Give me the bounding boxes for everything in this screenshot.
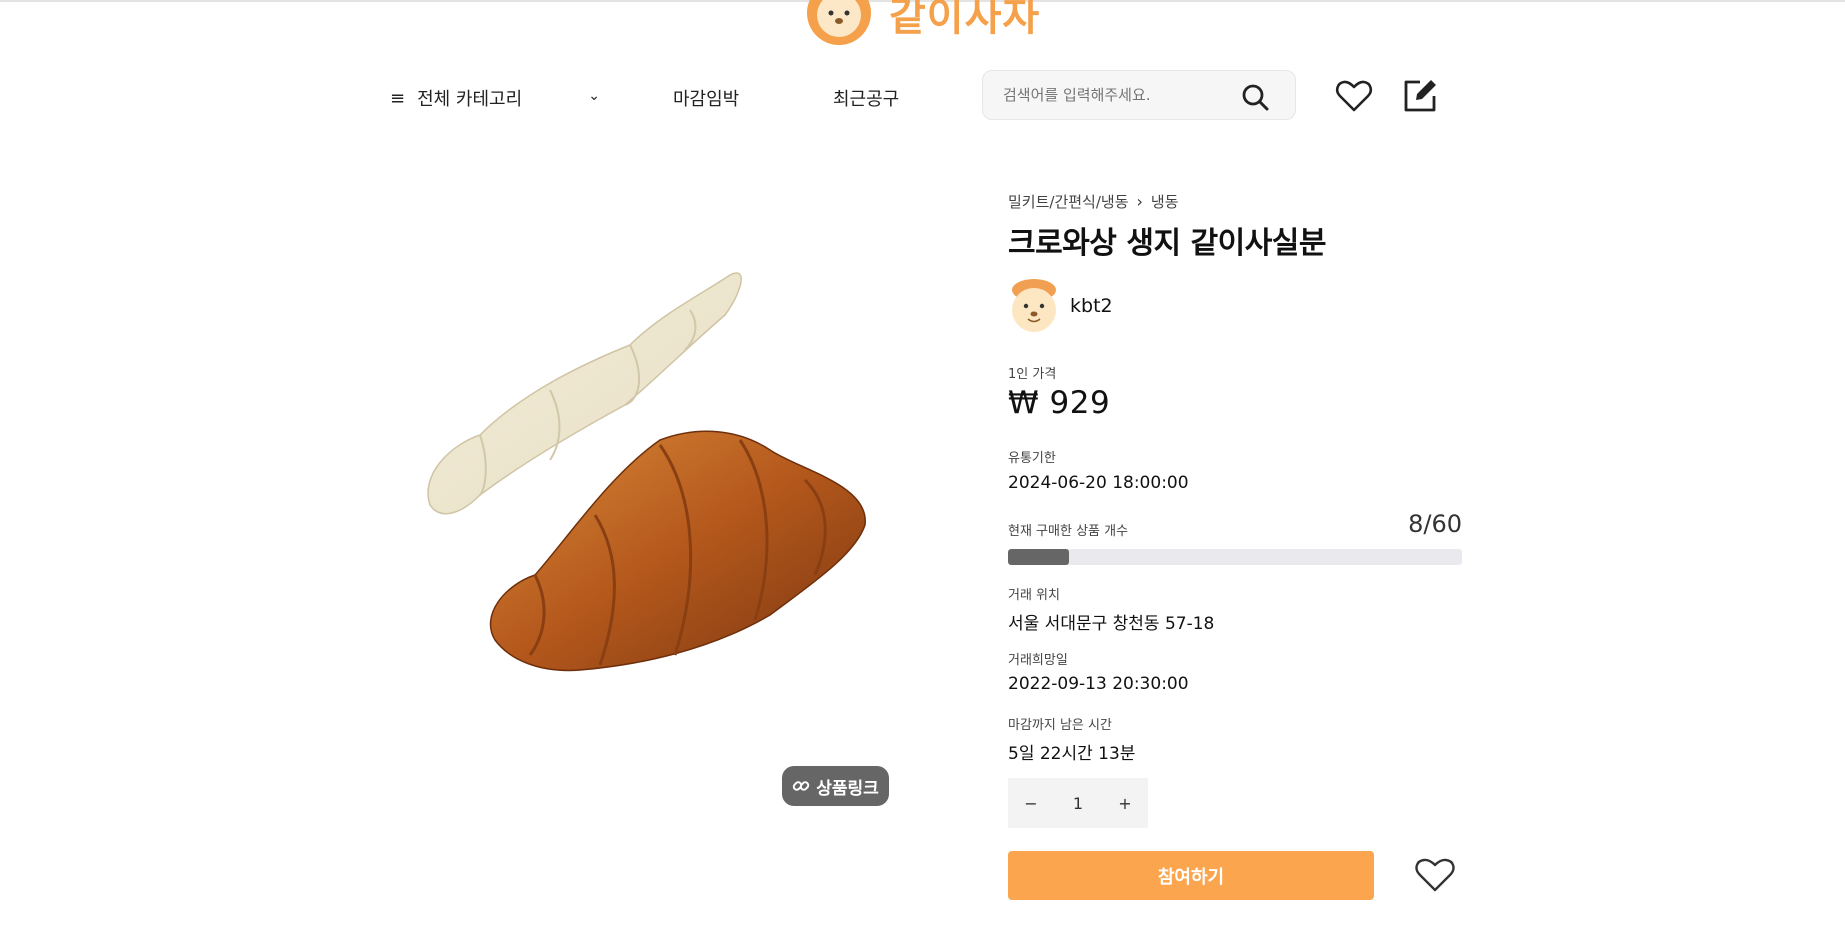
product-link-label: 상품링크 <box>816 778 879 799</box>
chevron-down-icon: ⌄ <box>588 88 600 104</box>
wishlist-heart-icon[interactable] <box>1412 852 1458 898</box>
heart-icon[interactable] <box>1334 76 1374 116</box>
location-label: 거래 위치 <box>1008 588 1060 603</box>
price-label: 1인 가격 <box>1008 367 1057 382</box>
price-value: ₩ 929 <box>1008 385 1111 421</box>
remaining-time-label: 마감까지 남은 시간 <box>1008 718 1112 733</box>
breadcrumb-subcategory[interactable]: 냉동 <box>1151 191 1179 212</box>
product-link-button[interactable]: 상품링크 <box>782 766 889 806</box>
product-title: 크로와상 생지 같이사실분 <box>1008 226 1327 261</box>
nav-recent-link[interactable]: 최근공구 <box>833 85 899 111</box>
lion-logo-icon <box>807 0 871 45</box>
quantity-stepper: − 1 + <box>1008 778 1148 828</box>
trade-date-label: 거래희망일 <box>1008 653 1068 668</box>
purchase-count-label: 현재 구매한 상품 개수 <box>1008 524 1129 539</box>
purchase-progress-bar <box>1008 549 1462 565</box>
product-info: 밀키트/간편식/냉동 › 냉동 크로와상 생지 같이사실분 kbt2 1인 가격… <box>1008 191 1462 900</box>
product-image <box>427 272 866 672</box>
quantity-decrease-button[interactable]: − <box>1008 794 1054 813</box>
breadcrumb-category[interactable]: 밀키트/간편식/냉동 <box>1008 191 1129 212</box>
hamburger-icon: ≡ <box>390 87 406 109</box>
nav-deadline-link[interactable]: 마감임박 <box>673 85 739 111</box>
breadcrumb-separator: › <box>1136 191 1143 211</box>
breadcrumb: 밀키트/간편식/냉동 › 냉동 <box>1008 191 1462 212</box>
search-icon[interactable] <box>1241 83 1269 111</box>
purchase-progress-fill <box>1008 549 1069 565</box>
quantity-value[interactable]: 1 <box>1054 794 1102 813</box>
quantity-increase-button[interactable]: + <box>1102 794 1148 813</box>
brand-logo[interactable]: 같이사자 <box>805 0 1040 48</box>
location-value: 서울 서대문구 창천동 57-18 <box>1008 614 1215 634</box>
edit-icon[interactable] <box>1400 76 1440 116</box>
main-nav: ≡ 전체 카테고리 ⌄ 마감임박 최근공구 <box>390 70 1450 126</box>
link-icon <box>793 781 810 791</box>
remaining-time-value: 5일 22시간 13분 <box>1008 744 1136 764</box>
category-menu-label: 전체 카테고리 <box>417 89 523 110</box>
expiry-value: 2024-06-20 18:00:00 <box>1008 473 1189 493</box>
expiry-label: 유통기한 <box>1008 451 1056 466</box>
purchase-count-value: 8/60 <box>1408 510 1462 538</box>
seller-name: kbt2 <box>1070 295 1113 317</box>
avatar <box>1012 279 1056 332</box>
search-box <box>982 70 1296 120</box>
search-input[interactable] <box>983 86 1223 104</box>
trade-date-value: 2022-09-13 20:30:00 <box>1008 674 1189 694</box>
brand-name: 같이사자 <box>889 0 1041 40</box>
category-menu[interactable]: ≡ 전체 카테고리 ⌄ <box>390 82 600 114</box>
join-button[interactable]: 참여하기 <box>1008 851 1374 900</box>
seller-profile[interactable]: kbt2 <box>1008 278 1462 334</box>
